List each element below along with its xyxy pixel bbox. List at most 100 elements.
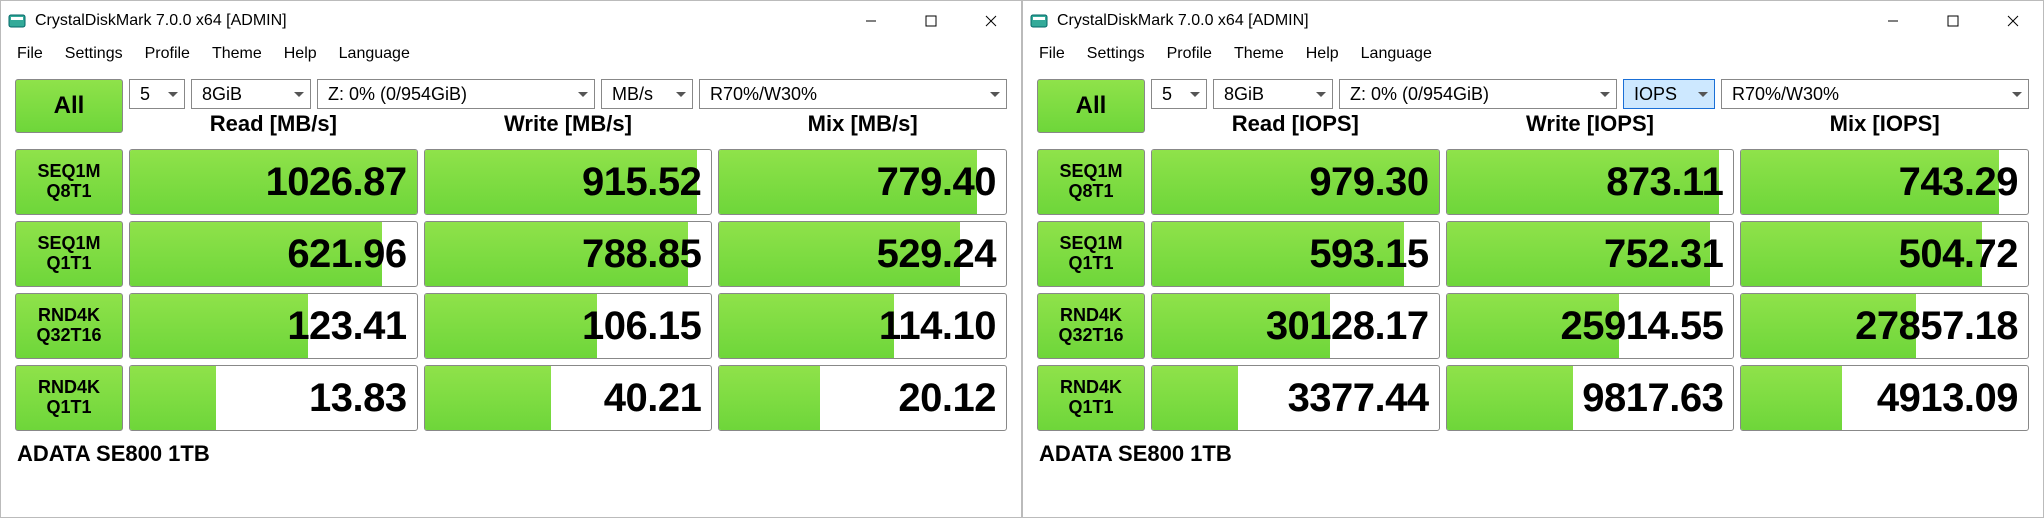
header-read: Read [IOPS] bbox=[1151, 111, 1440, 137]
unit-dropdown[interactable]: MB/s bbox=[601, 79, 693, 109]
test-label-2: Q8T1 bbox=[46, 182, 91, 202]
test-button-seq1m-q1t1[interactable]: SEQ1MQ1T1 bbox=[1037, 221, 1145, 287]
result-mix: 504.72 bbox=[1740, 221, 2029, 287]
result-row: SEQ1MQ1T1621.96788.85 529.24 bbox=[15, 221, 1007, 287]
app-window: CrystalDiskMark 7.0.0 x64 [ADMIN] FileSe… bbox=[0, 0, 1022, 518]
result-mix: 529.24 bbox=[718, 221, 1007, 287]
content-area: All5 8GiB Z: 0% (0/954GiB)MB/sR70%/W30% Rea… bbox=[1, 71, 1021, 477]
result-read: 621.96 bbox=[129, 221, 418, 287]
close-button[interactable] bbox=[1983, 1, 2043, 41]
menu-help[interactable]: Help bbox=[1296, 43, 1349, 65]
maximize-button[interactable] bbox=[901, 1, 961, 41]
mix-ratio-dropdown[interactable]: R70%/W30% bbox=[699, 79, 1007, 109]
test-button-rnd4k-q1t1[interactable]: RND4KQ1T1 bbox=[15, 365, 123, 431]
result-value: 593.15 bbox=[1309, 232, 1428, 277]
test-label-1: RND4K bbox=[38, 306, 100, 326]
menu-file[interactable]: File bbox=[1029, 43, 1075, 65]
drive-dropdown[interactable]: Z: 0% (0/954GiB) bbox=[1339, 79, 1617, 109]
result-write: 752.31 bbox=[1446, 221, 1735, 287]
minimize-button[interactable] bbox=[1863, 1, 1923, 41]
window-title: CrystalDiskMark 7.0.0 x64 [ADMIN] bbox=[35, 12, 841, 30]
result-bar bbox=[719, 366, 819, 430]
menu-settings[interactable]: Settings bbox=[55, 43, 133, 65]
drive-dropdown-value: Z: 0% (0/954GiB) bbox=[1350, 84, 1596, 105]
result-value: 4913.09 bbox=[1877, 376, 2018, 421]
app-icon bbox=[1029, 11, 1049, 31]
all-button[interactable]: All bbox=[1037, 79, 1145, 133]
menu-theme[interactable]: Theme bbox=[1224, 43, 1294, 65]
minimize-button[interactable] bbox=[841, 1, 901, 41]
titlebar: CrystalDiskMark 7.0.0 x64 [ADMIN] bbox=[1023, 1, 2043, 41]
mix-ratio-dropdown[interactable]: R70%/W30% bbox=[1721, 79, 2029, 109]
test-button-rnd4k-q32t16[interactable]: RND4KQ32T16 bbox=[1037, 293, 1145, 359]
result-row: RND4KQ1T13377.449817.634913.09 bbox=[1037, 365, 2029, 431]
header-write: Write [IOPS] bbox=[1446, 111, 1735, 137]
test-label-1: SEQ1M bbox=[1059, 162, 1122, 182]
window-title: CrystalDiskMark 7.0.0 x64 [ADMIN] bbox=[1057, 12, 1863, 30]
test-label-1: RND4K bbox=[1060, 378, 1122, 398]
app-window: CrystalDiskMark 7.0.0 x64 [ADMIN] FileSe… bbox=[1022, 0, 2044, 518]
chevron-down-icon bbox=[578, 92, 588, 97]
content-area: All5 8GiB Z: 0% (0/954GiB) IOPSR70%/W30% Rea… bbox=[1023, 71, 2043, 477]
result-value: 9817.63 bbox=[1582, 376, 1723, 421]
result-bar bbox=[130, 294, 308, 358]
result-mix: 27857.18 bbox=[1740, 293, 2029, 359]
result-read: 13.83 bbox=[129, 365, 418, 431]
result-value: 25914.55 bbox=[1560, 304, 1723, 349]
test-button-seq1m-q8t1[interactable]: SEQ1MQ8T1 bbox=[15, 149, 123, 215]
test-label-1: SEQ1M bbox=[1059, 234, 1122, 254]
all-button[interactable]: All bbox=[15, 79, 123, 133]
test-label-2: Q32T16 bbox=[1058, 326, 1123, 346]
test-label-2: Q1T1 bbox=[1068, 398, 1113, 418]
result-bar bbox=[425, 294, 597, 358]
test-button-rnd4k-q1t1[interactable]: RND4KQ1T1 bbox=[1037, 365, 1145, 431]
run-count-dropdown[interactable]: 5 bbox=[1151, 79, 1207, 109]
menu-file[interactable]: File bbox=[7, 43, 53, 65]
result-mix: 114.10 bbox=[718, 293, 1007, 359]
menu-profile[interactable]: Profile bbox=[135, 43, 200, 65]
result-mix: 4913.09 bbox=[1740, 365, 2029, 431]
file-size-dropdown[interactable]: 8GiB bbox=[1213, 79, 1333, 109]
result-value: 743.29 bbox=[1899, 160, 2018, 205]
file-size-dropdown[interactable]: 8GiB bbox=[191, 79, 311, 109]
result-value: 529.24 bbox=[877, 232, 996, 277]
result-write: 788.85 bbox=[424, 221, 713, 287]
dropdown-row: 5 8GiB Z: 0% (0/954GiB) IOPSR70%/W30% bbox=[1151, 79, 2029, 109]
drive-label: ADATA SE800 1TB bbox=[15, 437, 1007, 471]
menu-language[interactable]: Language bbox=[329, 43, 420, 65]
result-write: 25914.55 bbox=[1446, 293, 1735, 359]
file-size-dropdown-value: 8GiB bbox=[202, 84, 290, 105]
chevron-down-icon bbox=[990, 92, 1000, 97]
menu-language[interactable]: Language bbox=[1351, 43, 1442, 65]
result-write: 9817.63 bbox=[1446, 365, 1735, 431]
menu-profile[interactable]: Profile bbox=[1157, 43, 1222, 65]
maximize-button[interactable] bbox=[1923, 1, 1983, 41]
result-value: 13.83 bbox=[309, 376, 407, 421]
result-row: SEQ1MQ1T1 593.15 752.31504.72 bbox=[1037, 221, 2029, 287]
window-controls bbox=[1863, 1, 2043, 41]
menu-settings[interactable]: Settings bbox=[1077, 43, 1155, 65]
controls-area: All5 8GiB Z: 0% (0/954GiB)MB/sR70%/W30% Rea… bbox=[15, 79, 1007, 143]
result-value: 779.40 bbox=[877, 160, 996, 205]
file-size-dropdown-value: 8GiB bbox=[1224, 84, 1312, 105]
result-write: 873.11 bbox=[1446, 149, 1735, 215]
result-bar bbox=[1152, 366, 1238, 430]
result-bar bbox=[719, 294, 894, 358]
result-write: 40.21 bbox=[424, 365, 713, 431]
window-controls bbox=[841, 1, 1021, 41]
run-count-dropdown[interactable]: 5 bbox=[129, 79, 185, 109]
test-button-seq1m-q8t1[interactable]: SEQ1MQ8T1 bbox=[1037, 149, 1145, 215]
drive-dropdown[interactable]: Z: 0% (0/954GiB) bbox=[317, 79, 595, 109]
titlebar: CrystalDiskMark 7.0.0 x64 [ADMIN] bbox=[1, 1, 1021, 41]
result-value: 873.11 bbox=[1606, 160, 1723, 205]
header-read: Read [MB/s] bbox=[129, 111, 418, 137]
test-button-seq1m-q1t1[interactable]: SEQ1MQ1T1 bbox=[15, 221, 123, 287]
test-button-rnd4k-q32t16[interactable]: RND4KQ32T16 bbox=[15, 293, 123, 359]
unit-dropdown[interactable]: IOPS bbox=[1623, 79, 1715, 109]
result-row: RND4KQ32T16123.41106.15114.10 bbox=[15, 293, 1007, 359]
menu-theme[interactable]: Theme bbox=[202, 43, 272, 65]
close-button[interactable] bbox=[961, 1, 1021, 41]
menu-help[interactable]: Help bbox=[274, 43, 327, 65]
result-read: 3377.44 bbox=[1151, 365, 1440, 431]
result-value: 979.30 bbox=[1309, 160, 1428, 205]
